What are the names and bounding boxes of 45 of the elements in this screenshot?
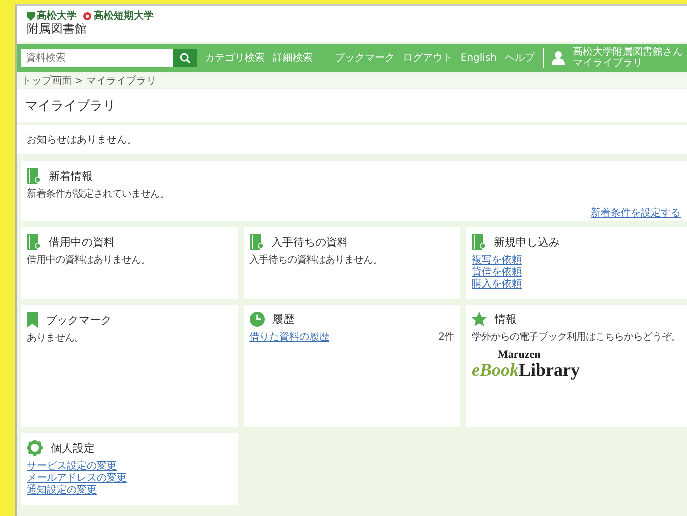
settings-link[interactable]: 新着条件を設定する (591, 208, 681, 219)
card-text: 入手待ちの資料はありません。 (250, 255, 384, 267)
card-text: 借用中の資料はありません。 (27, 255, 152, 267)
university-name: 高松短期大学 (94, 11, 154, 22)
card-title: 借用中の資料 (49, 234, 115, 250)
notice-text: お知らせはありません。 (27, 134, 137, 146)
card-link[interactable]: 複写を依頼 (472, 255, 681, 267)
card-link[interactable]: 購入を依頼 (472, 279, 681, 291)
breadcrumb-separator: > (75, 76, 84, 86)
card-title: 情報 (495, 312, 517, 327)
ebook-library-logo[interactable]: Maruzen eBookLibrary (472, 350, 580, 379)
history-count: 2件 (438, 332, 454, 344)
search-field[interactable]: 資料検索 (21, 49, 173, 67)
university-name: 高松大学 (37, 11, 77, 22)
card-text: 新着条件が設定されていません。 (27, 189, 170, 201)
card-link[interactable]: サービス設定の変更 (27, 461, 232, 473)
bookmark-icon (27, 312, 38, 328)
card-text: ありません。 (27, 333, 85, 345)
library-title: 附属図書館 (27, 22, 88, 37)
star-icon (472, 312, 487, 327)
search-icon (180, 52, 190, 64)
book-icon (27, 168, 41, 184)
gear-icon (27, 440, 43, 456)
card-title: 個人設定 (51, 440, 95, 456)
card-title: 新着情報 (49, 168, 93, 184)
user-icon (552, 51, 565, 65)
card-title: 新規申し込み (494, 234, 560, 250)
page-title: マイライブラリ (25, 98, 116, 114)
shield-icon (27, 12, 35, 21)
card-text: 学外からの電子ブック利用はこちらからどうぞ。 (472, 332, 681, 344)
search-button[interactable] (173, 49, 197, 67)
book-icon (250, 234, 264, 250)
card-link[interactable]: 貸借を依頼 (472, 267, 681, 279)
book-icon (27, 234, 41, 250)
card-title: 入手待ちの資料 (272, 234, 348, 250)
book-icon (472, 234, 486, 250)
card-link[interactable]: メールアドレスの変更 (27, 473, 232, 485)
history-link[interactable]: 借りた資料の履歴 (250, 332, 330, 344)
card-title: ブックマーク (46, 312, 112, 328)
breadcrumb-item[interactable]: マイライブラリ (86, 74, 156, 88)
clock-icon (250, 312, 264, 327)
card-title: 履歴 (272, 312, 294, 327)
card-link[interactable]: 通知設定の変更 (27, 485, 232, 497)
user-name: 高松大学附属図書館さん (573, 47, 683, 58)
breadcrumb-item[interactable]: トップ画面 (22, 74, 72, 88)
